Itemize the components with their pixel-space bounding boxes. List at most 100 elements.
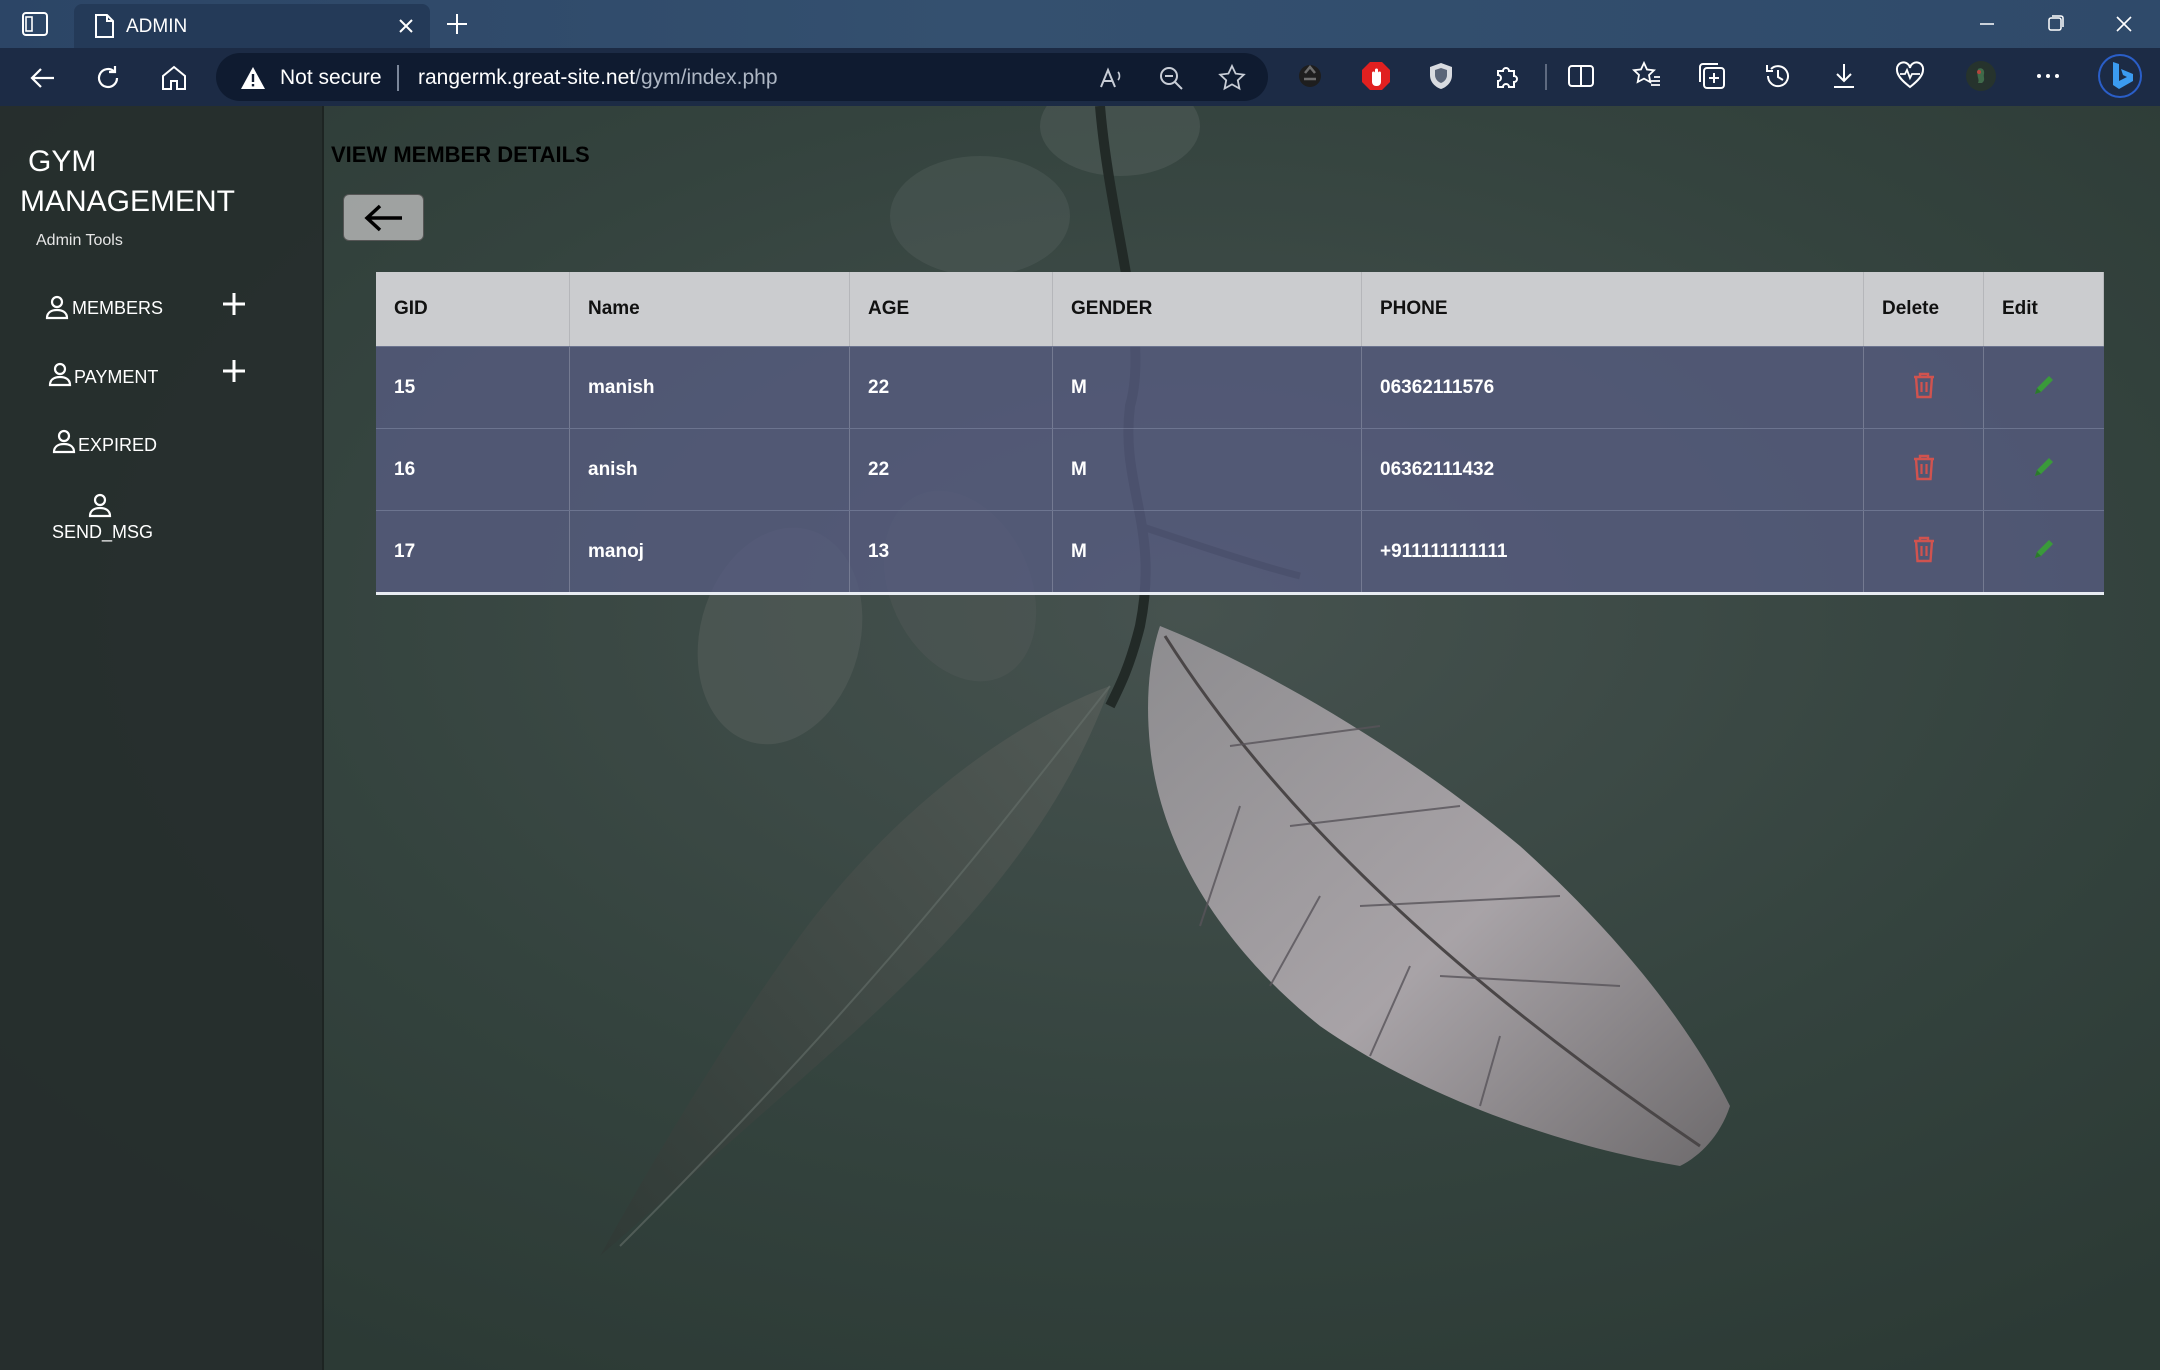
cell-gid: 16 — [376, 429, 570, 510]
sidebar-item-label: EXPIRED — [78, 435, 158, 455]
cell-name: manoj — [570, 511, 850, 592]
cell-age: 13 — [850, 511, 1053, 592]
members-table: GID Name AGE GENDER PHONE Delete Edit 15… — [376, 272, 2104, 595]
person-icon — [51, 428, 77, 454]
column-header-gid: GID — [376, 272, 570, 346]
favorite-star-icon[interactable] — [1217, 63, 1247, 93]
pencil-icon[interactable] — [2031, 454, 2057, 480]
sidebar-item-members[interactable]: MEMBERS — [0, 284, 324, 332]
url-text[interactable]: rangermk.great-site.net/gym/index.php — [418, 66, 778, 90]
brand-title: GYM MANAGEMENT — [20, 142, 235, 222]
cell-gender: M — [1053, 429, 1362, 510]
close-window-icon[interactable] — [2106, 8, 2142, 40]
tab-title: ADMIN — [126, 16, 188, 37]
browser-titlebar: ADMIN — [0, 0, 2160, 48]
pencil-icon[interactable] — [2031, 372, 2057, 398]
column-header-name: Name — [570, 272, 850, 346]
extension-recycle-icon[interactable] — [1293, 59, 1327, 93]
back-button[interactable] — [343, 194, 424, 241]
page-icon — [92, 13, 116, 39]
address-bar[interactable]: Not secure rangermk.great-site.net/gym/i… — [216, 53, 1268, 101]
cell-delete — [1864, 347, 1984, 428]
read-aloud-icon[interactable] — [1096, 63, 1126, 93]
profile-avatar[interactable] — [1964, 59, 1998, 93]
toolbar-divider — [1545, 64, 1547, 90]
adblock-icon[interactable] — [1359, 59, 1393, 93]
column-header-delete: Delete — [1864, 272, 1984, 346]
refresh-icon[interactable] — [91, 61, 125, 95]
person-icon — [44, 294, 70, 320]
table-row: 15 manish 22 M 06362111576 — [376, 346, 2104, 428]
more-icon[interactable] — [2031, 59, 2065, 93]
sidebar-item-label: MEMBERS — [72, 298, 164, 318]
home-icon[interactable] — [157, 61, 191, 95]
cell-name: manish — [570, 347, 850, 428]
column-header-edit: Edit — [1984, 272, 2104, 346]
minimize-icon[interactable] — [1969, 8, 2005, 40]
trash-icon[interactable] — [1912, 371, 1936, 399]
close-tab-icon[interactable] — [394, 14, 418, 38]
person-icon — [47, 361, 73, 387]
cell-edit — [1984, 429, 2104, 510]
extensions-icon[interactable] — [1490, 59, 1524, 93]
cell-gender: M — [1053, 511, 1362, 592]
sidebar-subtitle: Admin Tools — [36, 232, 123, 249]
cell-gid: 17 — [376, 511, 570, 592]
person-icon — [87, 492, 113, 518]
column-header-gender: GENDER — [1053, 272, 1362, 346]
sidebar-item-send-msg[interactable]: SEND_MSG — [0, 488, 324, 558]
cell-age: 22 — [850, 429, 1053, 510]
warning-icon[interactable] — [240, 66, 266, 90]
cell-edit — [1984, 511, 2104, 592]
collections-icon[interactable] — [1695, 59, 1729, 93]
browser-toolbar: Not secure rangermk.great-site.net/gym/i… — [0, 48, 2160, 106]
sidebar-item-expired[interactable]: EXPIRED — [0, 418, 324, 466]
page-content: GYM MANAGEMENT Admin Tools MEMBERS PAYME… — [0, 106, 2160, 1370]
history-icon[interactable] — [1761, 59, 1795, 93]
cell-age: 22 — [850, 347, 1053, 428]
browser-tab-active[interactable]: ADMIN — [74, 4, 430, 48]
cell-gid: 15 — [376, 347, 570, 428]
security-status[interactable]: Not secure — [280, 66, 382, 90]
sidebar-item-label: SEND_MSG — [52, 522, 154, 542]
url-host: rangermk.great-site.net — [418, 66, 636, 89]
performance-icon[interactable] — [1893, 59, 1927, 93]
arrow-left-icon — [364, 204, 402, 232]
cell-delete — [1864, 511, 1984, 592]
restore-icon[interactable] — [2037, 8, 2073, 40]
back-arrow-icon[interactable] — [26, 61, 60, 95]
downloads-icon[interactable] — [1827, 59, 1861, 93]
bing-copilot-icon[interactable] — [2097, 53, 2143, 99]
trash-icon[interactable] — [1912, 535, 1936, 563]
column-header-phone: PHONE — [1362, 272, 1864, 346]
address-divider — [397, 65, 399, 91]
cell-phone: +911111111111 — [1362, 511, 1864, 592]
pencil-icon[interactable] — [2031, 536, 2057, 562]
table-row: 16 anish 22 M 06362111432 — [376, 428, 2104, 510]
cell-phone: 06362111576 — [1362, 347, 1864, 428]
url-path: /gym/index.php — [635, 66, 778, 89]
cell-edit — [1984, 347, 2104, 428]
cell-gender: M — [1053, 347, 1362, 428]
sidebar-item-payment[interactable]: PAYMENT — [0, 351, 324, 399]
sidebar-item-label: PAYMENT — [74, 367, 159, 387]
brand-line-2: MANAGEMENT — [20, 185, 236, 218]
table-header: GID Name AGE GENDER PHONE Delete Edit — [376, 272, 2104, 346]
split-screen-icon[interactable] — [1564, 59, 1598, 93]
table-row: 17 manoj 13 M +911111111111 — [376, 510, 2104, 592]
brand-line-1: GYM — [28, 145, 97, 178]
cell-phone: 06362111432 — [1362, 429, 1864, 510]
add-member-icon[interactable] — [220, 290, 248, 318]
trash-icon[interactable] — [1912, 453, 1936, 481]
favorites-icon[interactable] — [1630, 59, 1664, 93]
column-header-age: AGE — [850, 272, 1053, 346]
cell-delete — [1864, 429, 1984, 510]
shield-icon[interactable] — [1424, 59, 1458, 93]
sidebar: GYM MANAGEMENT Admin Tools MEMBERS PAYME… — [0, 106, 324, 1370]
zoom-out-icon[interactable] — [1156, 63, 1186, 93]
new-tab-icon[interactable] — [442, 9, 472, 39]
tab-actions-icon[interactable] — [20, 10, 50, 38]
cell-name: anish — [570, 429, 850, 510]
add-payment-icon[interactable] — [220, 357, 248, 385]
page-title: VIEW MEMBER DETAILS — [331, 142, 590, 167]
